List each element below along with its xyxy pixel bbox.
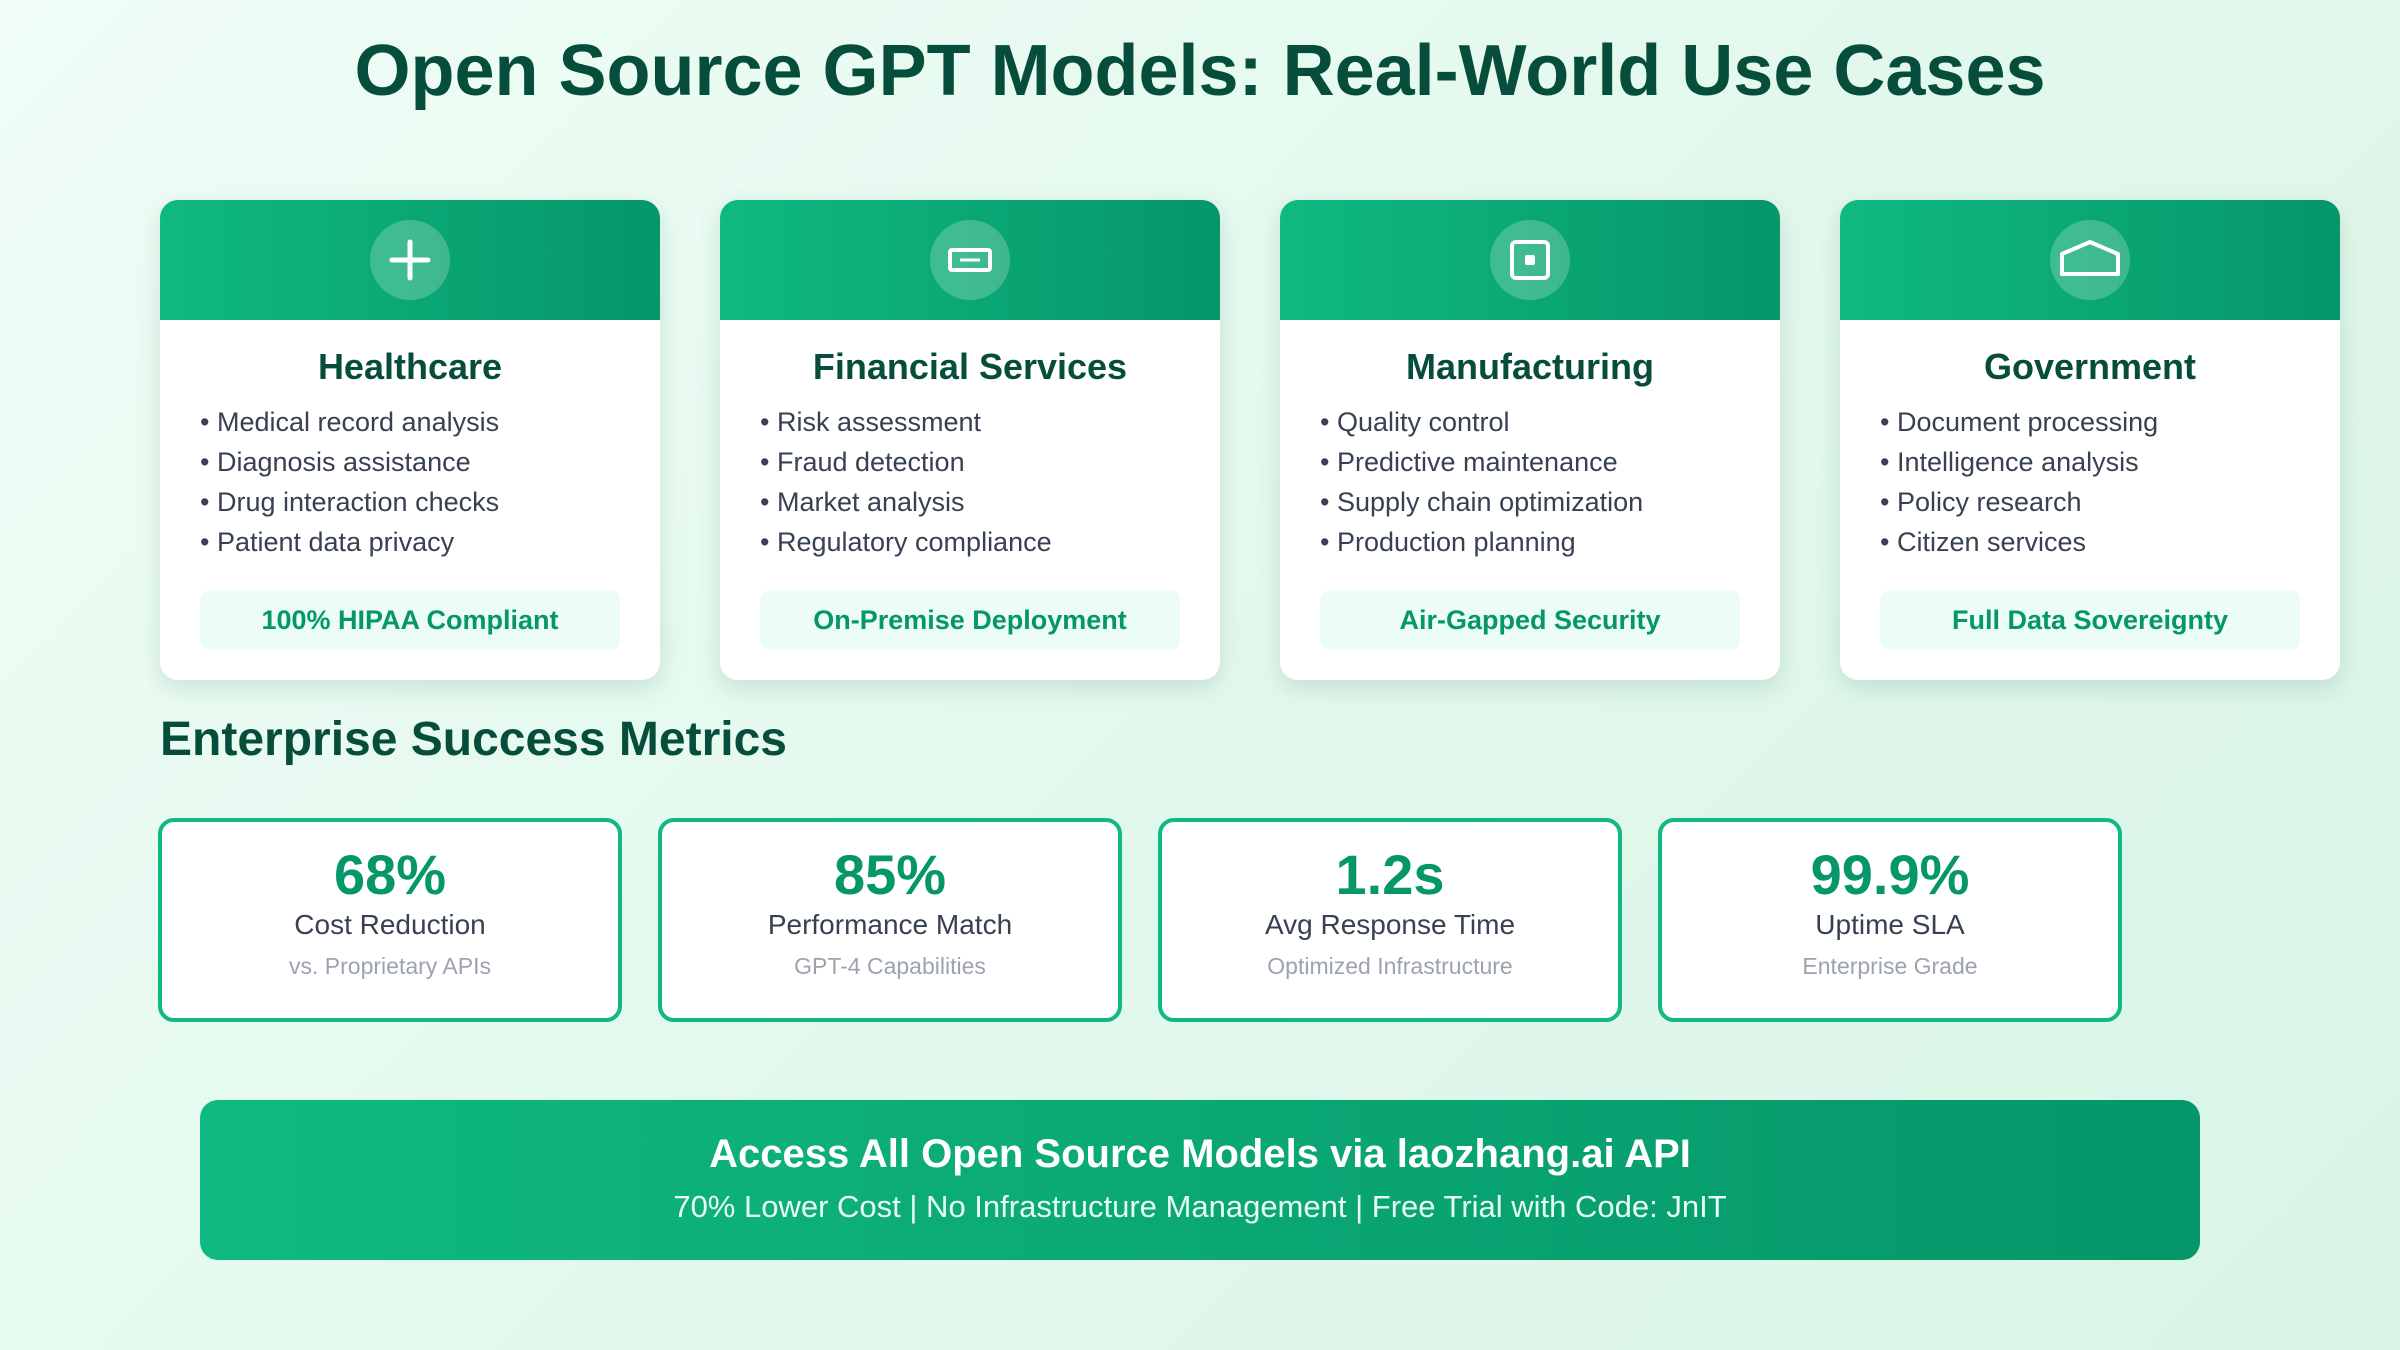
- chip-icon: [1490, 220, 1570, 300]
- card-header: [1280, 200, 1780, 320]
- metric-label: Uptime SLA: [1815, 909, 1965, 940]
- metric-card-cost: 68% Cost Reduction vs. Proprietary APIs: [158, 818, 622, 1022]
- list-item: Regulatory compliance: [760, 522, 1220, 562]
- page-title: Open Source GPT Models: Real-World Use C…: [354, 31, 2046, 111]
- card-header: [1840, 200, 2340, 320]
- card-title: Financial Services: [812, 346, 1128, 387]
- cta-subtitle: 70% Lower Cost | No Infrastructure Manag…: [673, 1189, 1727, 1224]
- use-case-card-government: Government Document processing Intellige…: [1840, 200, 2340, 680]
- card-list: Medical record analysis Diagnosis assist…: [200, 402, 660, 562]
- plus-icon: [370, 220, 450, 300]
- list-item: Policy research: [1880, 482, 2340, 522]
- metric-subtitle: vs. Proprietary APIs: [289, 953, 491, 979]
- list-item: Predictive maintenance: [1320, 442, 1780, 482]
- list-item: Diagnosis assistance: [200, 442, 660, 482]
- metric-card-performance: 85% Performance Match GPT-4 Capabilities: [658, 818, 1122, 1022]
- use-case-card-manufacturing: Manufacturing Quality control Predictive…: [1280, 200, 1780, 680]
- card-header: [160, 200, 660, 320]
- cta-title: Access All Open Source Models via laozha…: [709, 1132, 1691, 1176]
- list-item: Quality control: [1320, 402, 1780, 442]
- list-item: Fraud detection: [760, 442, 1220, 482]
- metric-value: 99.9%: [1810, 843, 1970, 906]
- metric-subtitle: Enterprise Grade: [1802, 953, 1978, 979]
- card-badge: On-Premise Deployment: [760, 590, 1180, 650]
- list-item: Patient data privacy: [200, 522, 660, 562]
- metric-label: Performance Match: [767, 909, 1013, 940]
- list-item: Production planning: [1320, 522, 1780, 562]
- metric-subtitle: GPT-4 Capabilities: [794, 953, 986, 979]
- list-item: Citizen services: [1880, 522, 2340, 562]
- metrics-section-title: Enterprise Success Metrics: [160, 713, 787, 766]
- metric-value: 85%: [833, 843, 947, 906]
- use-case-card-healthcare: Healthcare Medical record analysis Diagn…: [160, 200, 660, 680]
- list-item: Intelligence analysis: [1880, 442, 2340, 482]
- card-header: [720, 200, 1220, 320]
- metric-subtitle: Optimized Infrastructure: [1267, 953, 1513, 979]
- card-icon: [930, 220, 1010, 300]
- list-item: Market analysis: [760, 482, 1220, 522]
- card-title: Healthcare: [317, 346, 503, 387]
- cta-banner[interactable]: Access All Open Source Models via laozha…: [200, 1100, 2200, 1260]
- list-item: Supply chain optimization: [1320, 482, 1780, 522]
- card-badge: Full Data Sovereignty: [1880, 590, 2300, 650]
- card-list: Document processing Intelligence analysi…: [1880, 402, 2340, 562]
- card-title: Government: [1983, 346, 2197, 387]
- building-icon: [2050, 220, 2130, 300]
- card-title: Manufacturing: [1406, 346, 1654, 387]
- list-item: Medical record analysis: [200, 402, 660, 442]
- card-list: Quality control Predictive maintenance S…: [1320, 402, 1780, 562]
- metric-value: 68%: [333, 843, 447, 906]
- list-item: Document processing: [1880, 402, 2340, 442]
- metric-label: Avg Response Time: [1264, 909, 1516, 940]
- metric-label: Cost Reduction: [294, 909, 486, 940]
- metric-value: 1.2s: [1335, 843, 1445, 906]
- metric-card-response-time: 1.2s Avg Response Time Optimized Infrast…: [1158, 818, 1622, 1022]
- card-list: Risk assessment Fraud detection Market a…: [760, 402, 1220, 562]
- list-item: Drug interaction checks: [200, 482, 660, 522]
- metric-card-uptime: 99.9% Uptime SLA Enterprise Grade: [1658, 818, 2122, 1022]
- card-badge: Air-Gapped Security: [1320, 590, 1740, 650]
- card-badge: 100% HIPAA Compliant: [200, 590, 620, 650]
- use-case-card-financial: Financial Services Risk assessment Fraud…: [720, 200, 1220, 680]
- list-item: Risk assessment: [760, 402, 1220, 442]
